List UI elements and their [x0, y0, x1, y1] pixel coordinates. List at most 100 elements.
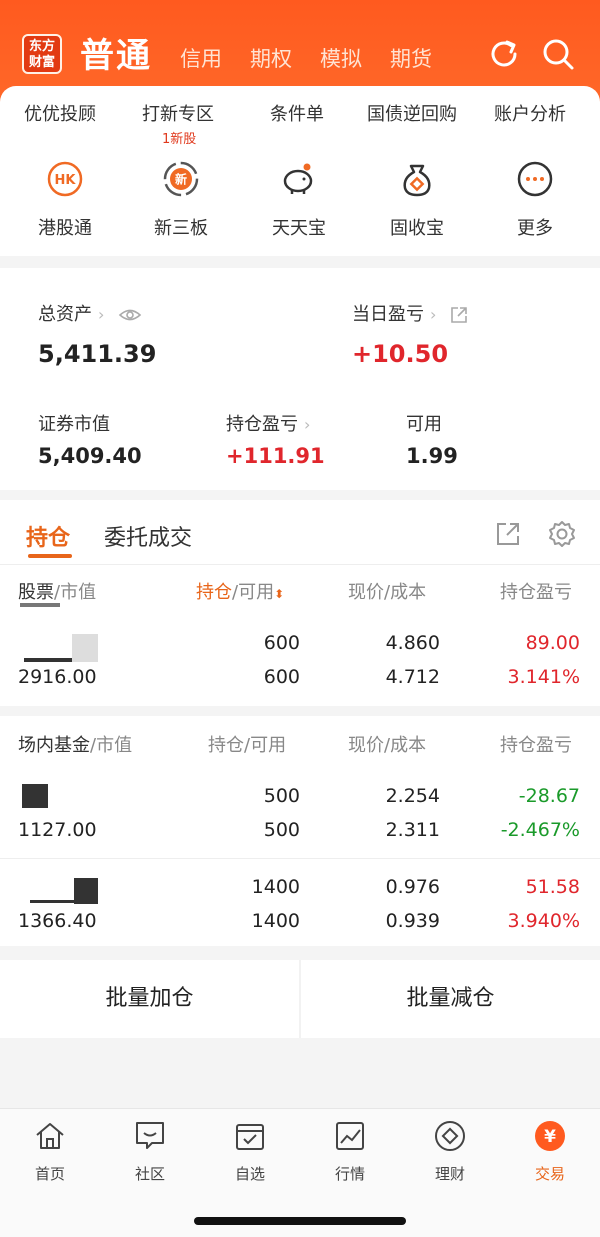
new-stock-badge: 1新股: [162, 132, 197, 147]
row-available: 600: [263, 666, 300, 688]
more-icon: [517, 161, 553, 197]
col-header-fund-price: 现价/成本: [348, 735, 427, 756]
quick-item-more[interactable]: 更多: [480, 160, 590, 240]
link-treasury-repo[interactable]: 国债逆回购: [367, 100, 457, 126]
row-price: 4.860: [385, 632, 440, 654]
chevron-right-icon: ›: [98, 305, 105, 324]
xin-icon: 新: [163, 161, 199, 197]
link-account-analysis[interactable]: 账户分析: [494, 100, 566, 126]
quick-item-label: 天天宝: [272, 218, 326, 239]
nav-item-trade[interactable]: ¥ 交易: [500, 1119, 600, 1184]
home-indicator[interactable]: [194, 1217, 406, 1225]
nav-item-community[interactable]: 社区: [100, 1119, 200, 1184]
row-market-value: 1127.00: [18, 819, 97, 841]
market-value: 5,409.40: [38, 444, 142, 468]
row-market-value: 1366.40: [18, 910, 97, 932]
refresh-icon[interactable]: [486, 36, 522, 72]
section-gap: [0, 706, 600, 716]
nav-label: 社区: [134, 1165, 165, 1183]
tab-credit[interactable]: 信用: [180, 43, 222, 73]
redacted-name: [24, 658, 72, 662]
quick-item-neeq[interactable]: 新 新三板: [126, 160, 236, 240]
row-qty: 600: [263, 632, 300, 654]
tab-futures[interactable]: 期货: [390, 43, 432, 73]
nav-label: 理财: [434, 1165, 465, 1183]
nav-item-watchlist[interactable]: 自选: [200, 1119, 300, 1184]
quick-item-label: 港股通: [38, 218, 92, 239]
active-tab-indicator: [28, 554, 72, 558]
row-pl: 51.58: [525, 876, 580, 898]
nav-label: 交易: [534, 1165, 565, 1183]
holding-pl-label[interactable]: 持仓盈亏 ›: [226, 410, 310, 436]
row-cost: 4.712: [385, 666, 440, 688]
tab-options[interactable]: 期权: [250, 43, 292, 73]
col-header-price-cost: 现价/成本: [348, 582, 427, 603]
col-header-pl: 持仓盈亏: [500, 582, 572, 603]
home-icon: [36, 1123, 64, 1149]
export-icon[interactable]: [494, 520, 522, 548]
money-bag-icon: [403, 164, 431, 197]
redacted-name: [74, 878, 98, 904]
redacted-name: [72, 634, 98, 662]
daily-pl-value: +10.50: [352, 340, 449, 368]
search-icon[interactable]: [540, 36, 576, 72]
total-assets-label[interactable]: 总资产 ›: [38, 300, 142, 326]
row-price: 0.976: [385, 876, 440, 898]
logo-text-line1: 东方: [28, 39, 55, 54]
link-conditional-order[interactable]: 条件单: [270, 100, 324, 126]
total-assets-value: 5,411.39: [38, 340, 157, 368]
batch-reduce-button[interactable]: 批量减仓: [301, 960, 600, 1038]
sort-icon: ⬍: [274, 587, 285, 601]
share-link-icon[interactable]: [450, 306, 468, 324]
available-label: 可用: [406, 414, 442, 435]
row-pl-pct: 3.141%: [507, 666, 580, 688]
redacted-name: [30, 900, 74, 903]
row-qty: 500: [263, 785, 300, 807]
row-pl: -28.67: [518, 785, 580, 807]
batch-actions: 批量加仓 批量减仓: [0, 960, 600, 1038]
nav-label: 自选: [234, 1165, 265, 1183]
logo-text-line2: 财富: [28, 55, 55, 70]
col-header-stock: 股票/市值: [18, 582, 97, 603]
row-pl-pct: -2.467%: [500, 819, 580, 841]
svg-text:¥: ¥: [544, 1127, 556, 1147]
chevron-right-icon: ›: [430, 305, 437, 324]
quick-item-label: 新三板: [154, 218, 208, 239]
col-header-qty-sort[interactable]: 持仓/可用⬍: [196, 578, 284, 604]
tab-holdings[interactable]: 持仓: [26, 520, 70, 552]
tab-simulation[interactable]: 模拟: [320, 43, 362, 73]
settings-gear-icon[interactable]: [548, 520, 576, 548]
community-icon: [136, 1122, 164, 1149]
chevron-right-icon: ›: [304, 415, 311, 434]
daily-pl-label[interactable]: 当日盈亏 ›: [352, 300, 468, 326]
divider: [0, 564, 600, 565]
piggy-bank-icon: [283, 163, 313, 194]
market-chart-icon: [336, 1122, 364, 1150]
row-available: 1400: [251, 910, 300, 932]
quick-item-gushoubao[interactable]: 固收宝: [362, 160, 472, 240]
col-header-fund: 场内基金/市值: [18, 735, 133, 756]
market-value-label: 证券市值: [38, 414, 110, 435]
watchlist-icon: [236, 1124, 264, 1150]
account-type-title[interactable]: 普通: [80, 28, 152, 77]
quick-item-tiantianbao[interactable]: 天天宝: [244, 160, 354, 240]
eye-icon[interactable]: [118, 307, 142, 323]
tab-orders-trades[interactable]: 委托成交: [104, 520, 192, 552]
positions-panel: 持仓 委托成交 股票/市值 持仓/可用⬍ 现价/成本 持仓盈亏 2916.00 …: [0, 500, 600, 946]
nav-item-wealth[interactable]: 理财: [400, 1119, 500, 1184]
quick-item-hk-connect[interactable]: HK 港股通: [10, 160, 120, 240]
row-pl: 89.00: [525, 632, 580, 654]
trade-yuan-icon: ¥: [535, 1121, 565, 1151]
hk-icon: HK: [47, 161, 83, 197]
available-value: 1.99: [406, 444, 458, 468]
redacted-name: [20, 603, 60, 607]
svg-text:HK: HK: [55, 173, 77, 188]
batch-add-button[interactable]: 批量加仓: [0, 960, 299, 1038]
link-advisor[interactable]: 优优投顾: [24, 100, 96, 126]
link-ipo-zone[interactable]: 打新专区: [142, 100, 214, 126]
svg-text:新: 新: [175, 172, 187, 187]
col-header-fund-qty: 持仓/可用: [208, 735, 287, 756]
quick-item-label: 更多: [517, 218, 553, 239]
nav-item-home[interactable]: 首页: [0, 1119, 100, 1184]
nav-item-market[interactable]: 行情: [300, 1119, 400, 1184]
